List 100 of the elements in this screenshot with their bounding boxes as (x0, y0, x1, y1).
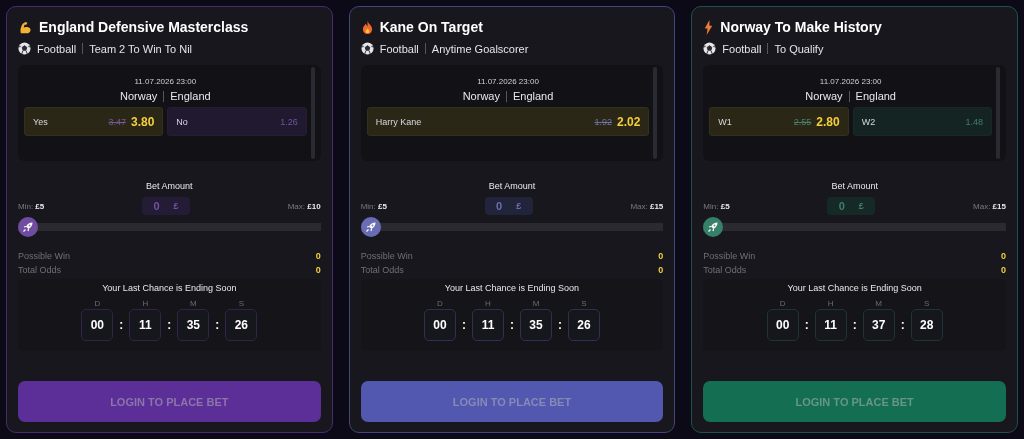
countdown-value: 35 (520, 309, 552, 341)
unit-label: D (779, 299, 786, 308)
market-label: Team 2 To Win To Nil (89, 42, 193, 55)
colon-separator: : (462, 318, 466, 334)
odds-value: 3.80 (130, 114, 155, 129)
sport-label: Football (722, 42, 762, 55)
football-icon (703, 42, 717, 55)
min-stake: Min: £5 (18, 201, 45, 211)
match-date: 11.07.2026 23:00 (819, 77, 882, 86)
odds-option[interactable]: W2 1.48 (852, 107, 992, 136)
unit-label: S (238, 299, 244, 308)
unit-label: H (142, 299, 149, 308)
amount-field[interactable]: 0 £ (484, 197, 533, 215)
unit-label: M (532, 299, 540, 308)
team-name: England (855, 90, 896, 102)
total-odds-value: 0 (315, 264, 321, 277)
lightning-icon (703, 19, 715, 35)
possible-win-label: Possible Win (360, 250, 413, 263)
countdown-title: Your Last Chance is Ending Soon (444, 283, 580, 293)
min-stake: Min: £5 (703, 201, 730, 211)
scrollbar[interactable] (653, 67, 658, 159)
odds-value: 2.80 (816, 114, 840, 129)
countdown-value: 11 (472, 309, 504, 341)
card-title: Kane On Target (379, 19, 483, 35)
total-odds-value: 0 (658, 264, 664, 277)
countdown-title: Your Last Chance is Ending Soon (102, 283, 237, 293)
football-icon (18, 42, 31, 55)
total-odds-label: Total Odds (360, 264, 404, 277)
unit-label: H (827, 299, 834, 308)
possible-win-label: Possible Win (703, 250, 756, 263)
odds-value: 1.26 (280, 116, 298, 127)
colon-separator: : (510, 318, 514, 334)
slider-thumb[interactable] (360, 217, 381, 237)
unit-label: H (485, 299, 491, 308)
countdown-value: 26 (568, 309, 600, 341)
sport-label: Football (37, 42, 77, 55)
odds-value: 1.48 (965, 116, 983, 127)
old-odds: 2.55 (793, 116, 812, 127)
old-odds: 3.47 (108, 116, 126, 127)
total-odds-label: Total Odds (18, 264, 62, 277)
flexed-arm-icon (18, 19, 33, 35)
max-stake: Max: £15 (630, 201, 664, 211)
unit-label: M (190, 299, 197, 308)
colon-separator: : (852, 318, 857, 334)
unit-label: S (924, 299, 930, 308)
login-button[interactable]: LOGIN TO PLACE BET (18, 381, 321, 422)
countdown-value: 35 (177, 309, 210, 341)
countdown-value: 28 (910, 309, 943, 341)
countdown-value: 26 (225, 309, 258, 341)
colon-separator: : (900, 318, 905, 334)
countdown-value: 00 (766, 309, 799, 341)
odds-option[interactable]: No 1.26 (167, 107, 307, 136)
match-date: 11.07.2026 23:00 (134, 77, 197, 86)
market-label: To Qualify (774, 42, 824, 55)
old-odds: 1.92 (594, 116, 612, 127)
option-label: W1 (718, 116, 733, 127)
possible-win-label: Possible Win (18, 250, 71, 263)
football-icon (360, 42, 374, 55)
countdown-value: 00 (424, 309, 456, 341)
max-stake: Max: £15 (973, 201, 1006, 211)
slider-thumb[interactable] (18, 217, 38, 237)
countdown-value: 00 (81, 309, 114, 341)
card-title: England Defensive Masterclass (39, 19, 249, 35)
unit-label: S (581, 299, 587, 308)
slider-thumb[interactable] (703, 217, 724, 237)
bet-amount-label: Bet Amount (145, 181, 194, 191)
card-title: Norway To Make History (720, 19, 882, 35)
option-label: W2 (861, 116, 877, 127)
countdown-value: 11 (129, 309, 162, 341)
sport-label: Football (379, 42, 419, 55)
amount-field[interactable]: 0 £ (142, 197, 190, 215)
unit-label: D (437, 299, 443, 308)
unit-label: M (875, 299, 882, 308)
countdown-value: 11 (814, 309, 847, 341)
max-stake: Max: £10 (287, 201, 321, 211)
min-stake: Min: £5 (360, 201, 387, 211)
scrollbar[interactable] (310, 67, 315, 159)
countdown-value: 37 (862, 309, 895, 341)
team-name: England (170, 90, 211, 102)
team-name: England (512, 90, 554, 102)
colon-separator: : (558, 318, 562, 334)
bet-amount-label: Bet Amount (487, 181, 537, 191)
possible-win-value: 0 (1000, 250, 1006, 263)
team-name: Norway (805, 90, 843, 102)
team-name: Norway (462, 90, 500, 102)
colon-separator: : (119, 318, 124, 334)
countdown-title: Your Last Chance is Ending Soon (787, 283, 922, 293)
amount-field[interactable]: 0 £ (827, 197, 876, 215)
option-label: Harry Kane (375, 116, 423, 127)
colon-separator: : (804, 318, 809, 334)
team-name: Norway (120, 90, 158, 102)
odds-option[interactable]: W1 2.55 2.80 (709, 107, 849, 136)
odds-value: 2.02 (616, 114, 641, 129)
odds-option[interactable]: Harry Kane 1.92 2.02 (366, 107, 650, 136)
market-label: Anytime Goalscorer (431, 42, 529, 55)
possible-win-value: 0 (658, 250, 664, 263)
option-label: No (176, 116, 189, 127)
total-odds-label: Total Odds (703, 264, 747, 277)
login-button[interactable]: LOGIN TO PLACE BET (703, 381, 1006, 422)
odds-option[interactable]: Yes 3.47 3.80 (24, 107, 164, 136)
